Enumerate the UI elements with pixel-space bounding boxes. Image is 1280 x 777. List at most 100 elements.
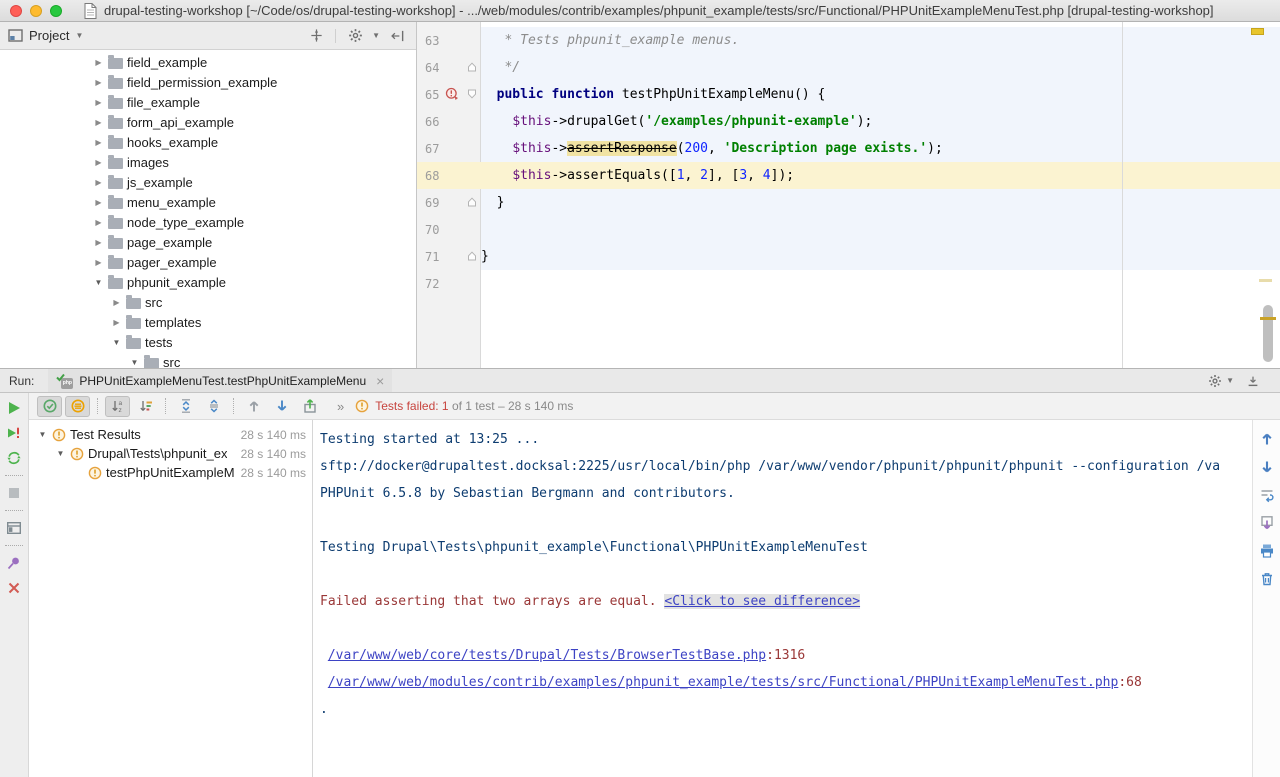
error-stripe-warning-mark[interactable] <box>1259 279 1272 282</box>
restore-layout-icon[interactable] <box>5 519 23 537</box>
code-text[interactable]: $this->assertResponse(200, 'Description … <box>481 135 1280 162</box>
soft-wrap-icon[interactable] <box>1258 486 1276 504</box>
rerun-icon[interactable] <box>5 399 23 417</box>
clear-all-icon[interactable] <box>1258 570 1276 588</box>
tree-item-form_api_example[interactable]: ▶ form_api_example <box>0 112 416 132</box>
fold-start-icon[interactable] <box>467 89 477 99</box>
rerun-failed-icon[interactable] <box>5 424 23 442</box>
chevron-collapsed-icon[interactable]: ▶ <box>93 198 104 207</box>
tree-item-tests[interactable]: ▼tests <box>0 332 416 352</box>
tree-item-node_type_example[interactable]: ▶node_type_example <box>0 212 416 232</box>
stop-icon[interactable] <box>5 484 23 502</box>
more-chevrons-icon[interactable]: » <box>337 399 344 414</box>
fold-end-icon[interactable] <box>467 62 477 72</box>
chevron-collapsed-icon[interactable]: ▶ <box>93 58 104 67</box>
chevron-collapsed-icon[interactable]: ▶ <box>93 178 104 187</box>
tree-item-hooks_example[interactable]: ▶hooks_example <box>0 132 416 152</box>
collapse-all-icon[interactable] <box>201 396 226 417</box>
code-text[interactable] <box>481 216 1280 243</box>
chevron-collapsed-icon[interactable]: ▶ <box>93 158 104 167</box>
tree-item-images[interactable]: ▶images <box>0 152 416 172</box>
locate-icon[interactable] <box>305 25 327 47</box>
tree-item-js_example[interactable]: ▶js_example <box>0 172 416 192</box>
project-panel-title[interactable]: Project <box>29 28 69 43</box>
tree-item-phpunit_example[interactable]: ▼phpunit_example <box>0 272 416 292</box>
code-text[interactable]: } <box>481 189 1280 216</box>
code-editor[interactable]: 63 * Tests phpunit_example menus.64 */65… <box>417 22 1280 368</box>
test-tree-item[interactable]: testPhpUnitExampleM28 s 140 ms <box>29 463 312 482</box>
minimize-window-button[interactable] <box>30 5 42 17</box>
test-console-output[interactable]: Testing started at 13:25 ...sftp://docke… <box>313 420 1252 777</box>
tree-item-src[interactable]: ▶src <box>0 292 416 312</box>
inspection-status-indicator[interactable] <box>1251 28 1264 35</box>
gear-icon[interactable] <box>344 25 366 47</box>
fold-end-icon[interactable] <box>467 197 477 207</box>
run-tab[interactable]: php PHPUnitExampleMenuTest.testPhpUnitEx… <box>48 369 392 392</box>
expand-all-icon[interactable] <box>173 396 198 417</box>
scroll-to-end-icon[interactable] <box>1258 514 1276 532</box>
chevron-collapsed-icon[interactable]: ▶ <box>93 218 104 227</box>
tree-item-src[interactable]: ▼src <box>0 352 416 368</box>
console-link[interactable]: <Click to see difference> <box>664 594 860 609</box>
chevron-collapsed-icon[interactable]: ▶ <box>93 138 104 147</box>
console-link[interactable]: /var/www/web/core/tests/Drupal/Tests/Bro… <box>328 648 766 663</box>
previous-failed-test-icon[interactable] <box>241 396 266 417</box>
hide-panel-icon[interactable] <box>386 25 408 47</box>
zoom-window-button[interactable] <box>50 5 62 17</box>
toggle-auto-test-icon[interactable] <box>5 449 23 467</box>
close-icon[interactable] <box>5 579 23 597</box>
next-failed-test-icon[interactable] <box>269 396 294 417</box>
tree-item-pager_example[interactable]: ▶pager_example <box>0 252 416 272</box>
sort-by-duration-icon[interactable] <box>133 396 158 417</box>
chevron-collapsed-icon[interactable]: ▶ <box>93 238 104 247</box>
chevron-collapsed-icon[interactable]: ▶ <box>93 98 104 107</box>
fold-end-icon[interactable] <box>467 251 477 261</box>
chevron-collapsed-icon[interactable]: ▶ <box>93 78 104 87</box>
show-passed-icon[interactable] <box>37 396 62 417</box>
chevron-expanded-icon[interactable]: ▼ <box>129 358 140 367</box>
pin-icon[interactable] <box>5 554 23 572</box>
chevron-collapsed-icon[interactable]: ▶ <box>93 118 104 127</box>
tree-item-page_example[interactable]: ▶page_example <box>0 232 416 252</box>
close-tab-icon[interactable]: × <box>376 374 384 388</box>
code-text[interactable]: * Tests phpunit_example menus. <box>481 27 1280 54</box>
chevron-down-icon[interactable]: ▼ <box>75 31 83 40</box>
chevron-down-icon[interactable]: ▼ <box>1226 376 1234 385</box>
sort-alphabetically-icon[interactable]: az <box>105 396 130 417</box>
editor-scrollbar-thumb[interactable] <box>1263 305 1273 362</box>
tree-item-templates[interactable]: ▶templates <box>0 312 416 332</box>
chevron-expanded-icon[interactable]: ▼ <box>111 338 122 347</box>
hide-icon[interactable] <box>1242 370 1264 392</box>
code-text[interactable] <box>481 270 1280 297</box>
chevron-expanded-icon[interactable]: ▼ <box>93 278 104 287</box>
test-tree-item[interactable]: ▼Drupal\Tests\phpunit_ex28 s 140 ms <box>29 444 312 463</box>
code-text[interactable]: */ <box>481 54 1280 81</box>
down-icon[interactable] <box>1258 458 1276 476</box>
close-window-button[interactable] <box>10 5 22 17</box>
tree-item-label: form_api_example <box>127 115 234 130</box>
tree-item-field_example[interactable]: ▶field_example <box>0 52 416 72</box>
print-icon[interactable] <box>1258 542 1276 560</box>
chevron-collapsed-icon[interactable]: ▶ <box>93 258 104 267</box>
code-text[interactable]: $this->drupalGet('/examples/phpunit-exam… <box>481 108 1280 135</box>
test-failed-icon[interactable] <box>445 87 459 101</box>
up-icon[interactable] <box>1258 430 1276 448</box>
code-text[interactable]: } <box>481 243 1280 270</box>
export-test-results-icon[interactable] <box>297 396 322 417</box>
chevron-expanded-icon[interactable]: ▼ <box>37 430 48 439</box>
test-tree-item[interactable]: ▼Test Results28 s 140 ms <box>29 425 312 444</box>
tree-item-field_permission_example[interactable]: ▶field_permission_example <box>0 72 416 92</box>
chevron-down-icon[interactable]: ▼ <box>372 31 380 40</box>
console-link[interactable]: /var/www/web/modules/contrib/examples/ph… <box>328 675 1119 690</box>
code-text[interactable]: $this->assertEquals([1, 2], [3, 4]); <box>481 162 1280 189</box>
chevron-collapsed-icon[interactable]: ▶ <box>111 298 122 307</box>
show-ignored-icon[interactable] <box>65 396 90 417</box>
gutter-cell: 69 <box>417 189 481 216</box>
gear-icon[interactable] <box>1204 370 1226 392</box>
tree-item-menu_example[interactable]: ▶menu_example <box>0 192 416 212</box>
tree-item-file_example[interactable]: ▶file_example <box>0 92 416 112</box>
error-stripe-deprecation-mark[interactable] <box>1260 317 1276 320</box>
chevron-expanded-icon[interactable]: ▼ <box>55 449 66 458</box>
code-text[interactable]: public function testPhpUnitExampleMenu()… <box>481 81 1280 108</box>
chevron-collapsed-icon[interactable]: ▶ <box>111 318 122 327</box>
